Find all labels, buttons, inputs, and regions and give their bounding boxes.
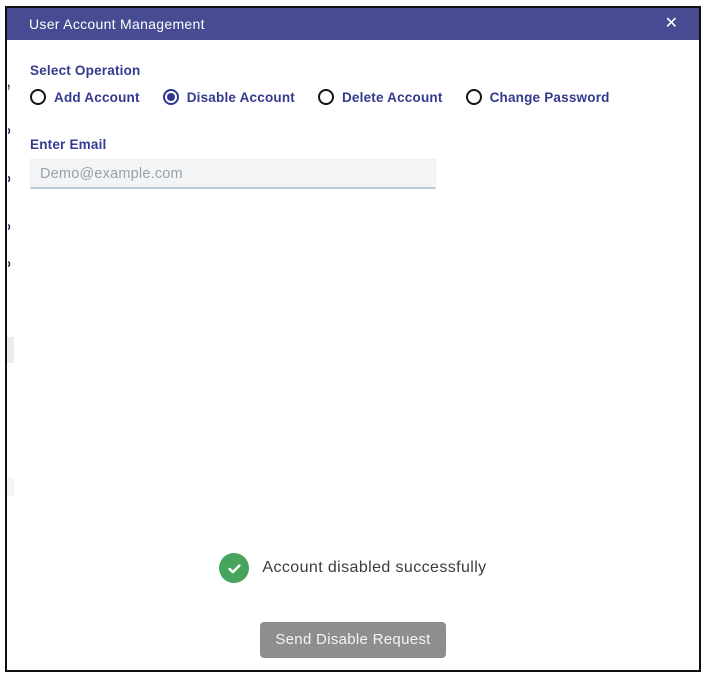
radio-label: Disable Account xyxy=(187,90,295,105)
dialog-body: Select Operation Add Account Disable Acc… xyxy=(7,40,699,672)
clipped-background-text-fragment: o xyxy=(8,122,15,135)
radio-label: Change Password xyxy=(490,90,610,105)
radio-label: Delete Account xyxy=(342,90,443,105)
operation-radio-group: Add Account Disable Account Delete Accou… xyxy=(30,89,699,105)
check-circle-icon xyxy=(219,553,249,583)
status-message: Account disabled successfully xyxy=(262,559,486,577)
background-artifact xyxy=(7,478,14,496)
radio-dot xyxy=(167,93,175,101)
clipped-background-text-fragment: e xyxy=(8,78,15,91)
background-artifact xyxy=(7,337,14,363)
radio-icon[interactable] xyxy=(30,89,46,105)
select-operation-label: Select Operation xyxy=(30,63,699,78)
radio-icon[interactable] xyxy=(466,89,482,105)
radio-label: Add Account xyxy=(54,90,140,105)
email-input[interactable] xyxy=(30,159,436,189)
enter-email-label: Enter Email xyxy=(30,137,699,152)
radio-disable-account[interactable]: Disable Account xyxy=(163,89,295,105)
clipped-background-text-fragment: o xyxy=(8,218,15,231)
clipped-background-text-fragment: b xyxy=(8,170,15,183)
status-row: Account disabled successfully xyxy=(7,553,699,583)
radio-icon[interactable] xyxy=(318,89,334,105)
clipped-background-text-fragment: o xyxy=(8,255,15,268)
radio-change-password[interactable]: Change Password xyxy=(466,89,610,105)
radio-add-account[interactable]: Add Account xyxy=(30,89,140,105)
dialog-window: User Account Management ✕ Select Operati… xyxy=(5,6,701,672)
send-disable-request-button[interactable]: Send Disable Request xyxy=(260,622,445,658)
radio-icon[interactable] xyxy=(163,89,179,105)
close-icon[interactable]: ✕ xyxy=(664,14,679,34)
dialog-title: User Account Management xyxy=(29,16,205,32)
radio-delete-account[interactable]: Delete Account xyxy=(318,89,443,105)
button-row: Send Disable Request xyxy=(7,622,699,658)
dialog-titlebar: User Account Management ✕ xyxy=(7,8,699,40)
